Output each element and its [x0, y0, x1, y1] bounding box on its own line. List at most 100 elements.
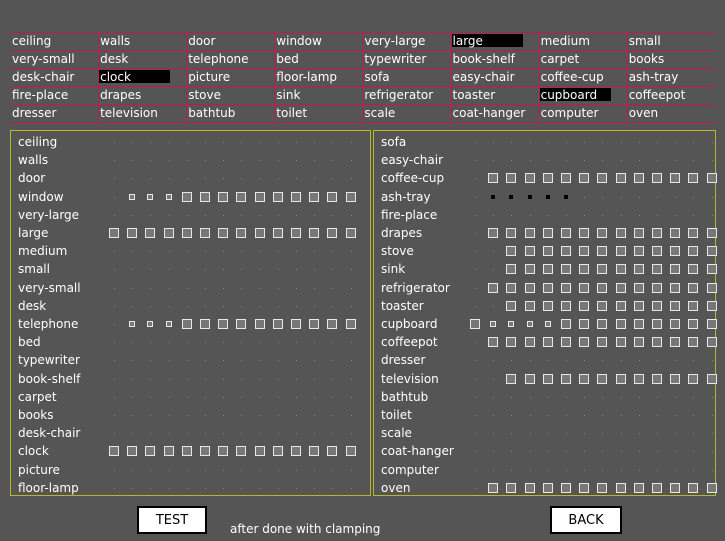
weight-cell-large[interactable] [327, 319, 338, 329]
weight-cell-empty[interactable] [332, 378, 334, 380]
weight-cell-large[interactable] [579, 246, 590, 257]
weight-cell-empty[interactable] [186, 396, 188, 398]
weight-cell-empty[interactable] [223, 305, 225, 307]
weight-cell-empty[interactable] [711, 469, 713, 471]
weight-cell-large[interactable] [688, 319, 699, 329]
weight-cell-small[interactable] [508, 321, 515, 327]
weight-cell-empty[interactable] [296, 142, 297, 143]
weight-cell-empty[interactable] [132, 269, 134, 271]
weight-cell-large[interactable] [488, 282, 499, 293]
weight-cell-empty[interactable] [332, 305, 334, 307]
weight-cell-large[interactable] [579, 228, 590, 238]
weight-cell-empty[interactable] [259, 415, 261, 416]
weight-cell-large[interactable] [524, 482, 535, 493]
weight-cell-empty[interactable] [114, 214, 115, 216]
weight-cell-large[interactable] [542, 373, 553, 384]
weight-cell-empty[interactable] [205, 160, 206, 162]
weight-cell-large[interactable] [218, 446, 229, 457]
weight-cell-large[interactable] [345, 446, 356, 457]
weight-cell-empty[interactable] [529, 451, 531, 453]
weight-cell-empty[interactable] [529, 396, 531, 398]
weight-cell-empty[interactable] [259, 305, 261, 307]
weight-cell-empty[interactable] [602, 214, 604, 216]
weight-cell-large[interactable] [579, 337, 590, 348]
weight-cell-empty[interactable] [223, 360, 225, 362]
weight-cell-empty[interactable] [529, 360, 531, 362]
weight-cell-large[interactable] [633, 482, 644, 493]
weight-cell-empty[interactable] [114, 378, 115, 380]
weight-cell-empty[interactable] [620, 396, 622, 398]
grid-word-small[interactable]: small [626, 32, 715, 50]
weight-cell-large[interactable] [670, 173, 681, 184]
weight-cell-empty[interactable] [205, 469, 206, 471]
weight-cell-large[interactable] [309, 191, 320, 202]
weight-cell-large[interactable] [670, 300, 681, 311]
weight-cell-empty[interactable] [223, 269, 225, 271]
weight-cell-empty[interactable] [657, 214, 658, 216]
weight-cell-empty[interactable] [205, 305, 206, 307]
grid-word-coffee-cup[interactable]: coffee-cup [538, 68, 627, 86]
weight-cell-large[interactable] [506, 264, 517, 275]
weight-cell-empty[interactable] [657, 360, 658, 362]
weight-cell-empty[interactable] [350, 433, 352, 435]
weight-cell-empty[interactable] [584, 142, 586, 143]
weight-cell-empty[interactable] [511, 214, 513, 216]
weight-cell-large[interactable] [652, 337, 662, 348]
weight-cell-empty[interactable] [150, 269, 152, 271]
grid-word-sofa[interactable]: sofa [362, 68, 451, 86]
weight-cell-empty[interactable] [314, 178, 316, 180]
weight-cell-large[interactable] [506, 337, 517, 348]
grid-word-desk[interactable]: desk [98, 50, 187, 68]
weight-cell-empty[interactable] [675, 469, 677, 471]
weight-cell-empty[interactable] [711, 451, 713, 453]
weight-cell-empty[interactable] [296, 360, 297, 362]
test-button[interactable]: TEST [137, 506, 207, 534]
weight-cell-empty[interactable] [314, 378, 316, 380]
weight-cell-empty[interactable] [314, 396, 316, 398]
weight-cell-large[interactable] [597, 482, 608, 493]
weight-cell-empty[interactable] [241, 214, 243, 216]
weight-cell-empty[interactable] [657, 433, 658, 435]
weight-cell-empty[interactable] [259, 269, 261, 271]
weight-cell-empty[interactable] [566, 396, 567, 398]
weight-cell-large[interactable] [597, 282, 608, 293]
weight-cell-large[interactable] [345, 191, 356, 202]
weight-cell-empty[interactable] [277, 214, 279, 216]
weight-cell-large[interactable] [633, 300, 644, 311]
weight-cell-large[interactable] [109, 228, 119, 238]
weight-cell-empty[interactable] [168, 142, 170, 143]
weight-cell-large[interactable] [688, 373, 699, 384]
weight-cell-empty[interactable] [114, 433, 115, 435]
weight-cell-empty[interactable] [186, 287, 188, 289]
weight-cell-empty[interactable] [259, 142, 261, 143]
weight-cell-large[interactable] [561, 282, 571, 293]
weight-cell-large[interactable] [706, 228, 717, 238]
grid-word-coat-hanger[interactable]: coat-hanger [450, 104, 539, 122]
weight-cell-empty[interactable] [132, 378, 134, 380]
weight-cell-empty[interactable] [332, 178, 334, 180]
weight-cell-small[interactable] [129, 193, 136, 200]
weight-cell-empty[interactable] [675, 142, 677, 143]
weight-cell-large[interactable] [506, 173, 517, 184]
weight-cell-large[interactable] [542, 264, 553, 275]
weight-cell-large[interactable] [524, 337, 535, 348]
weight-cell-large[interactable] [561, 300, 571, 311]
weight-cell-empty[interactable] [296, 269, 297, 271]
weight-cell-empty[interactable] [259, 378, 261, 380]
weight-cell-empty[interactable] [566, 433, 567, 435]
weight-cell-small[interactable] [526, 321, 533, 327]
weight-cell-large[interactable] [670, 319, 681, 329]
weight-cell-empty[interactable] [314, 160, 316, 162]
weight-cell-empty[interactable] [675, 196, 677, 198]
weight-cell-large[interactable] [236, 319, 247, 329]
weight-cell-empty[interactable] [493, 305, 495, 307]
weight-cell-empty[interactable] [620, 469, 622, 471]
weight-cell-large[interactable] [597, 319, 608, 329]
weight-cell-large[interactable] [272, 446, 283, 457]
weight-cell-empty[interactable] [277, 142, 279, 143]
weight-cell-empty[interactable] [511, 415, 513, 416]
weight-cell-empty[interactable] [584, 214, 586, 216]
weight-cell-large[interactable] [597, 337, 608, 348]
weight-cell-large[interactable] [163, 228, 174, 238]
weight-cell-empty[interactable] [277, 469, 279, 471]
